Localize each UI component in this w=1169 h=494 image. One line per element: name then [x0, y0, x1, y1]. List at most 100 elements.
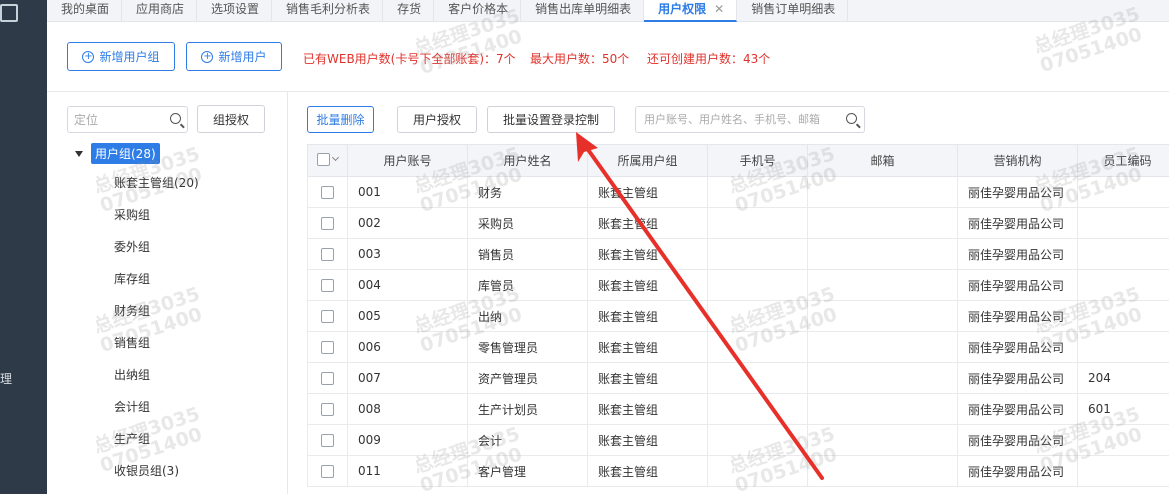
select-all-checkbox[interactable]	[317, 152, 330, 166]
tree-item[interactable]: 采购组	[114, 206, 150, 223]
table-row[interactable]: 004 库管员 账套主管组 丽佳孕婴用品公司	[307, 269, 1169, 301]
table-cell	[707, 424, 808, 456]
batch-login-control-button[interactable]: 批量设置登录控制	[487, 106, 615, 133]
tab-5[interactable]: 客户价格本	[434, 0, 522, 22]
row-select-cell	[307, 176, 348, 208]
table-row[interactable]: 006 零售管理员 账套主管组 丽佳孕婴用品公司	[307, 331, 1169, 363]
tree-item[interactable]: 财务组	[114, 302, 150, 319]
tree-item[interactable]: 出纳组	[114, 366, 150, 383]
table-cell: 财务	[467, 176, 588, 208]
table-row[interactable]: 011 客户管理 账套主管组 丽佳孕婴用品公司	[307, 455, 1169, 487]
plus-circle-icon: +	[201, 50, 214, 63]
row-checkbox[interactable]	[321, 434, 334, 447]
column-header[interactable]: 手机号	[707, 144, 808, 177]
app-logo-icon[interactable]	[0, 4, 18, 22]
tree-item[interactable]: 会计组	[114, 398, 150, 415]
web-user-count: 已有WEB用户数(卡号下全部账套)：7个	[303, 52, 516, 66]
chevron-down-icon[interactable]	[331, 153, 340, 162]
row-checkbox[interactable]	[321, 248, 334, 261]
tab-label: 用户权限	[658, 2, 707, 16]
table-cell	[807, 424, 958, 456]
add-user-button[interactable]: + 新增用户	[186, 42, 282, 71]
tab-2[interactable]: 选项设置	[197, 0, 273, 22]
tree-item[interactable]: 库存组	[114, 270, 150, 287]
row-checkbox[interactable]	[321, 465, 334, 478]
add-user-group-label: 新增用户组	[99, 50, 160, 64]
tab-3[interactable]: 销售毛利分析表	[272, 0, 384, 22]
close-icon[interactable]: ✕	[714, 0, 724, 18]
column-header[interactable]: 所属用户组	[587, 144, 708, 177]
row-checkbox[interactable]	[321, 403, 334, 416]
column-header[interactable]: 用户账号	[347, 144, 468, 177]
row-checkbox[interactable]	[321, 341, 334, 354]
column-header[interactable]: 邮箱	[807, 144, 958, 177]
table-cell: 丽佳孕婴用品公司	[957, 207, 1078, 239]
batch-delete-button[interactable]: 批量删除	[307, 106, 374, 133]
table-cell	[1077, 207, 1169, 239]
table-cell	[807, 331, 958, 363]
user-search-input[interactable]	[636, 107, 836, 132]
table-cell	[1077, 176, 1169, 208]
row-checkbox[interactable]	[321, 217, 334, 230]
tab-label: 销售毛利分析表	[286, 2, 371, 16]
tab-label: 应用商店	[136, 2, 185, 16]
table-row[interactable]: 002 采购员 账套主管组 丽佳孕婴用品公司	[307, 207, 1169, 239]
add-user-group-button[interactable]: + 新增用户组	[67, 42, 175, 71]
tab-0[interactable]: 我的桌面	[47, 0, 123, 22]
tree-item[interactable]: 生产组	[114, 430, 150, 447]
column-header[interactable]: 用户姓名	[467, 144, 588, 177]
table-cell: 出纳	[467, 300, 588, 332]
table-cell	[807, 393, 958, 425]
tree-root-node[interactable]: 用户组(28)	[75, 143, 160, 164]
tree-item[interactable]: 账套主管组(20)	[114, 174, 199, 191]
table-row[interactable]: 008 生产计划员 账套主管组 丽佳孕婴用品公司 601	[307, 393, 1169, 425]
table-cell: 零售管理员	[467, 331, 588, 363]
table-cell: 销售员	[467, 238, 588, 270]
row-checkbox[interactable]	[321, 279, 334, 292]
side-nav-label[interactable]: 理	[0, 370, 12, 387]
table-cell: 002	[347, 207, 468, 239]
column-header[interactable]: 营销机构	[957, 144, 1078, 177]
table-row[interactable]: 003 销售员 账套主管组 丽佳孕婴用品公司	[307, 238, 1169, 270]
table-cell	[707, 269, 808, 301]
tab-6[interactable]: 销售出库单明细表	[521, 0, 645, 22]
row-checkbox[interactable]	[321, 372, 334, 385]
plus-circle-icon: +	[82, 50, 95, 63]
select-all-header[interactable]	[307, 144, 348, 177]
tab-1[interactable]: 应用商店	[122, 0, 198, 22]
search-icon[interactable]	[170, 113, 181, 124]
table-row[interactable]: 009 会计 账套主管组 丽佳孕婴用品公司	[307, 424, 1169, 456]
user-grant-button[interactable]: 用户授权	[397, 106, 477, 133]
tree-item[interactable]: 销售组	[114, 334, 150, 351]
tree-item[interactable]: 收银员组(3)	[114, 462, 179, 479]
search-icon[interactable]	[846, 113, 857, 124]
tree-item[interactable]: 委外组	[114, 238, 150, 255]
table-cell: 库管员	[467, 269, 588, 301]
tree-root-label[interactable]: 用户组(28)	[91, 143, 160, 164]
table-row[interactable]: 001 财务 账套主管组 丽佳孕婴用品公司	[307, 176, 1169, 208]
table-cell: 客户管理	[467, 455, 588, 487]
table-cell	[807, 455, 958, 487]
row-select-cell	[307, 424, 348, 456]
caret-down-icon[interactable]	[75, 150, 83, 157]
table-row[interactable]: 007 资产管理员 账套主管组 丽佳孕婴用品公司 204	[307, 362, 1169, 394]
tab-8[interactable]: 销售订单明细表	[737, 0, 849, 22]
tab-4[interactable]: 存货	[383, 0, 435, 22]
table-cell: 账套主管组	[587, 331, 708, 363]
tree-search-input[interactable]	[68, 107, 164, 132]
remaining-user-count: 还可创建用户数：43个	[647, 52, 771, 66]
table-cell	[807, 207, 958, 239]
table-cell	[1077, 455, 1169, 487]
table-row[interactable]: 005 出纳 账套主管组 丽佳孕婴用品公司	[307, 300, 1169, 332]
tab-7[interactable]: 用户权限 ✕	[644, 0, 738, 22]
table-cell: 004	[347, 269, 468, 301]
group-grant-button[interactable]: 组授权	[197, 105, 265, 133]
table-cell	[707, 393, 808, 425]
column-header[interactable]: 员工编码	[1077, 144, 1169, 177]
tab-label: 客户价格本	[448, 2, 509, 16]
table-cell: 账套主管组	[587, 269, 708, 301]
table-cell: 丽佳孕婴用品公司	[957, 300, 1078, 332]
row-checkbox[interactable]	[321, 310, 334, 323]
row-checkbox[interactable]	[321, 186, 334, 199]
table-cell	[1077, 269, 1169, 301]
